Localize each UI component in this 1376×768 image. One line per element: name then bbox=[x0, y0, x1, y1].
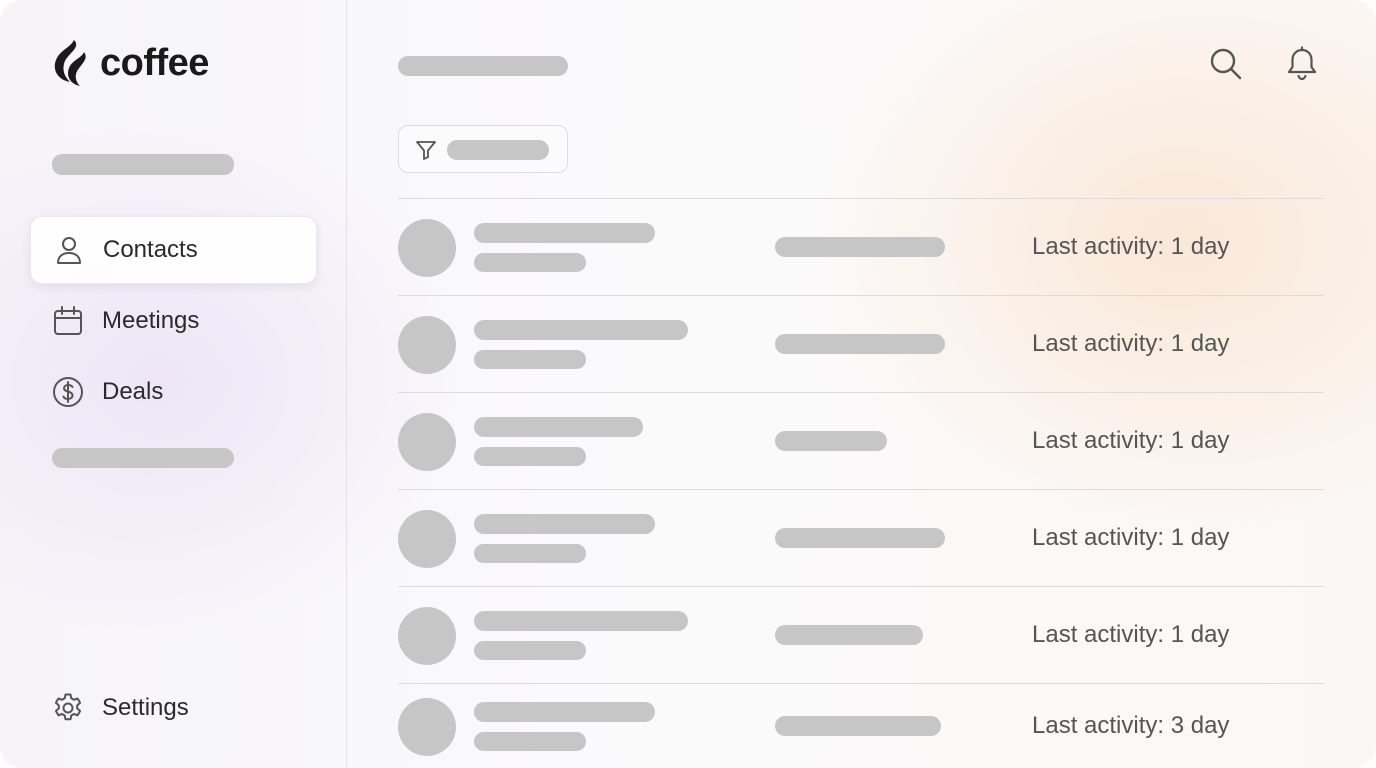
sidebar-item-deals[interactable]: Deals bbox=[30, 358, 317, 426]
bell-icon[interactable] bbox=[1284, 46, 1320, 82]
search-icon[interactable] bbox=[1208, 46, 1244, 82]
subtitle-placeholder bbox=[474, 732, 586, 751]
company-placeholder bbox=[775, 625, 923, 645]
sidebar-item-settings[interactable]: Settings bbox=[30, 674, 317, 742]
avatar bbox=[398, 219, 456, 277]
sidebar-item-label: Contacts bbox=[103, 236, 198, 263]
sidebar-item-label: Settings bbox=[102, 694, 189, 721]
subtitle-placeholder bbox=[474, 253, 586, 272]
subtitle-placeholder bbox=[474, 350, 586, 369]
avatar bbox=[398, 413, 456, 471]
filter-icon bbox=[416, 141, 436, 160]
app-window: coffee Contacts Meetings Deals Settings … bbox=[0, 0, 1376, 768]
filter-button[interactable] bbox=[398, 125, 568, 173]
subtitle-placeholder bbox=[474, 447, 586, 466]
name-placeholder bbox=[474, 702, 655, 722]
company-placeholder bbox=[775, 528, 945, 548]
company-placeholder bbox=[775, 334, 945, 354]
name-placeholder bbox=[474, 223, 655, 243]
subtitle-placeholder bbox=[474, 544, 586, 563]
last-activity: Last activity: 1 day bbox=[1032, 524, 1230, 551]
contact-row[interactable]: Last activity: 3 day bbox=[398, 683, 1324, 768]
company-placeholder bbox=[775, 237, 945, 257]
sidebar-item-contacts[interactable]: Contacts bbox=[30, 216, 317, 284]
contact-row[interactable]: Last activity: 1 day bbox=[398, 295, 1324, 392]
contact-row[interactable]: Last activity: 1 day bbox=[398, 198, 1324, 295]
sidebar: coffee Contacts Meetings Deals Settings bbox=[0, 0, 347, 768]
person-icon bbox=[53, 234, 85, 266]
placeholder-bar bbox=[52, 448, 234, 468]
company-placeholder bbox=[775, 431, 887, 451]
page-title-placeholder bbox=[398, 56, 568, 76]
avatar bbox=[398, 607, 456, 665]
sidebar-item-label: Meetings bbox=[102, 307, 200, 334]
contact-row[interactable]: Last activity: 1 day bbox=[398, 586, 1324, 683]
last-activity: Last activity: 3 day bbox=[1032, 712, 1230, 739]
contact-row[interactable]: Last activity: 1 day bbox=[398, 489, 1324, 586]
sidebar-item-meetings[interactable]: Meetings bbox=[30, 287, 317, 355]
name-placeholder bbox=[474, 320, 688, 340]
avatar bbox=[398, 698, 456, 756]
name-placeholder bbox=[474, 611, 688, 631]
sidebar-item-label: Deals bbox=[102, 378, 164, 405]
contact-row[interactable]: Last activity: 1 day bbox=[398, 392, 1324, 489]
gear-icon bbox=[52, 692, 84, 724]
contacts-list: Last activity: 1 day Last activity: 1 da… bbox=[398, 198, 1324, 768]
app-name: coffee bbox=[100, 42, 209, 84]
name-placeholder bbox=[474, 514, 655, 534]
app-logo[interactable]: coffee bbox=[52, 38, 209, 88]
last-activity: Last activity: 1 day bbox=[1032, 330, 1230, 357]
placeholder-bar bbox=[52, 154, 234, 175]
last-activity: Last activity: 1 day bbox=[1032, 233, 1230, 260]
filter-label-placeholder bbox=[447, 140, 549, 160]
dollar-icon bbox=[52, 376, 84, 408]
flame-logo-icon bbox=[54, 40, 86, 86]
avatar bbox=[398, 316, 456, 374]
last-activity: Last activity: 1 day bbox=[1032, 621, 1230, 648]
name-placeholder bbox=[474, 417, 643, 437]
last-activity: Last activity: 1 day bbox=[1032, 427, 1230, 454]
subtitle-placeholder bbox=[474, 641, 586, 660]
calendar-icon bbox=[52, 305, 84, 337]
avatar bbox=[398, 510, 456, 568]
company-placeholder bbox=[775, 716, 941, 736]
